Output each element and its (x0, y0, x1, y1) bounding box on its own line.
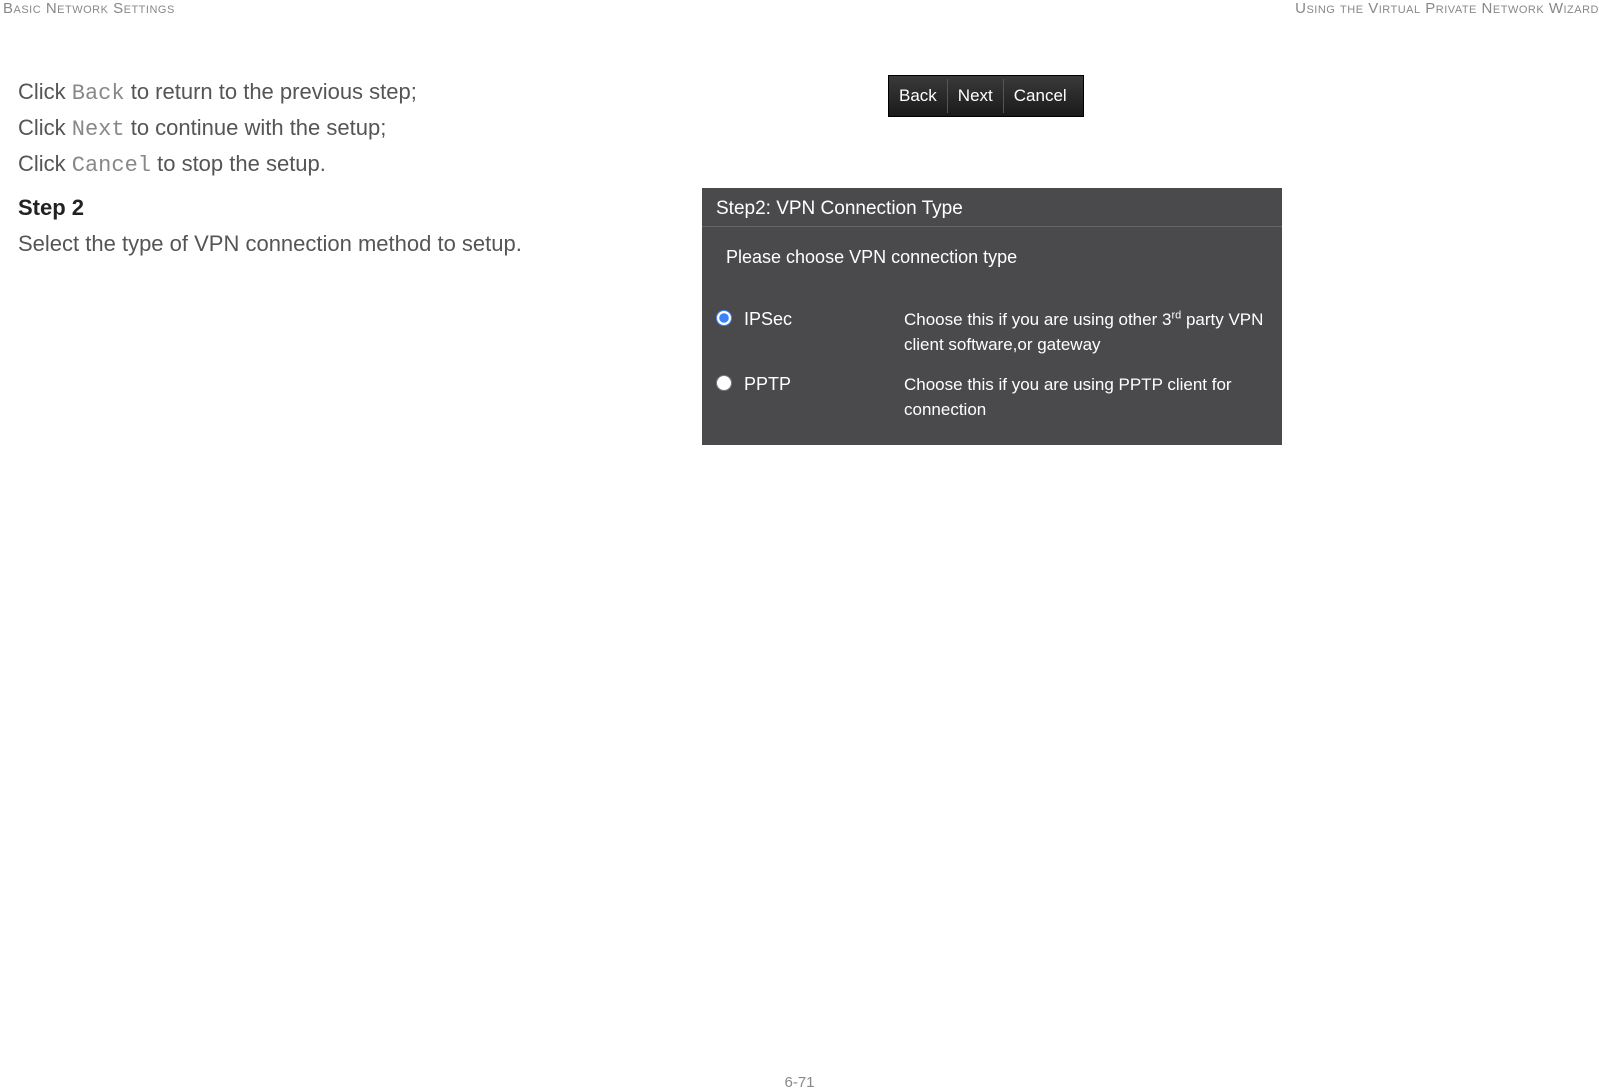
ipsec-label: IPSec (744, 308, 904, 330)
vpn-option-pptp: PPTP Choose this if you are using PPTP c… (716, 365, 1268, 430)
next-button[interactable]: Next (948, 79, 1004, 113)
vpn-connection-type-panel: Step2: VPN Connection Type Please choose… (702, 188, 1282, 445)
instruction-line-1: Click Back to return to the previous ste… (18, 75, 678, 111)
pptp-radio[interactable] (716, 375, 732, 391)
instructions-block: Click Back to return to the previous ste… (18, 75, 678, 261)
step-heading: Step 2 (18, 191, 678, 225)
panel-title: Step2: VPN Connection Type (702, 188, 1282, 227)
text-pre: Click (18, 151, 72, 176)
cancel-keyword: Cancel (72, 153, 151, 178)
text-post: to stop the setup. (151, 151, 326, 176)
step-description: Select the type of VPN connection method… (18, 227, 678, 261)
cancel-button[interactable]: Cancel (1004, 79, 1077, 113)
pptp-description: Choose this if you are using PPTP client… (904, 373, 1268, 422)
instruction-line-3: Click Cancel to stop the setup. (18, 147, 678, 183)
desc-sup: rd (1171, 309, 1181, 321)
ipsec-radio[interactable] (716, 310, 732, 326)
ipsec-description: Choose this if you are using other 3rd p… (904, 308, 1268, 357)
desc-pre: Choose this if you are using PPTP client… (904, 375, 1232, 419)
pptp-label: PPTP (744, 373, 904, 395)
vpn-option-ipsec: IPSec Choose this if you are using other… (716, 300, 1268, 365)
desc-pre: Choose this if you are using other 3 (904, 310, 1171, 329)
text-pre: Click (18, 79, 72, 104)
page-header-right: Using the Virtual Private Network Wizard (1295, 0, 1599, 17)
instruction-line-2: Click Next to continue with the setup; (18, 111, 678, 147)
text-post: to return to the previous step; (125, 79, 417, 104)
text-post: to continue with the setup; (125, 115, 387, 140)
back-keyword: Back (72, 81, 125, 106)
page-header-left: Basic Network Settings (3, 0, 175, 17)
panel-subtitle: Please choose VPN connection type (702, 227, 1282, 300)
text-pre: Click (18, 115, 72, 140)
radio-cell (716, 373, 744, 396)
radio-cell (716, 308, 744, 331)
next-keyword: Next (72, 117, 125, 142)
vpn-options-group: IPSec Choose this if you are using other… (702, 300, 1282, 445)
back-button[interactable]: Back (889, 79, 948, 113)
page-footer: 6-71 (0, 1074, 1599, 1091)
wizard-nav-buttons: Back Next Cancel (888, 75, 1084, 117)
